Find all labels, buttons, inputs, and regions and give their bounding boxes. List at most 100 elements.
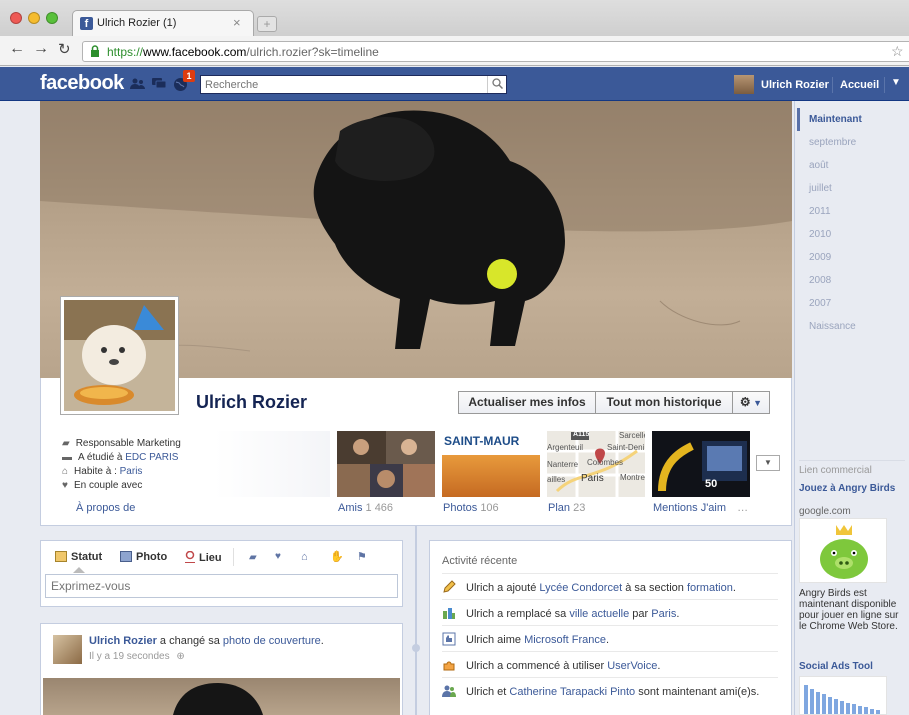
story-photo-image — [173, 683, 263, 715]
messages-icon[interactable] — [152, 78, 167, 90]
story-author-link[interactable]: Ulrich Rozier — [89, 635, 157, 647]
header-home-link[interactable]: Accueil — [840, 79, 879, 91]
header-divider-2 — [884, 77, 885, 93]
activity-item: Ulrich aime Microsoft France. — [442, 627, 778, 652]
back-arrow-icon[interactable]: ← — [9, 40, 25, 58]
zoom-window-icon[interactable] — [46, 12, 58, 24]
sections-dropdown-button[interactable]: ▼ — [756, 455, 780, 471]
section-label-friends[interactable]: Amis 1 466 — [338, 502, 393, 514]
status-input[interactable] — [45, 574, 398, 598]
likes-thumbnail[interactable]: 50 — [652, 431, 750, 497]
composer-pointer — [73, 567, 85, 573]
timeline-item-september[interactable]: septembre — [797, 131, 909, 154]
ad-1-title[interactable]: Jouez à Angry Birds — [799, 483, 907, 494]
composer-tab-photo[interactable]: Photo — [120, 551, 167, 563]
timeline-item-2010[interactable]: 2010 — [797, 223, 909, 246]
activity-link[interactable]: ville actuelle — [569, 608, 629, 620]
reload-icon[interactable]: ↻ — [58, 40, 71, 58]
story-author-avatar[interactable] — [53, 635, 82, 664]
map-label-montreuil: Montre — [620, 473, 645, 482]
url-scheme: https:// — [107, 45, 144, 59]
about-education-link[interactable]: EDC PARIS — [125, 452, 178, 463]
about-hometown-link[interactable]: Paris — [120, 466, 143, 477]
timeline-item-birth[interactable]: Naissance — [797, 315, 909, 338]
section-label-photos[interactable]: Photos 106 — [443, 502, 499, 514]
profile-picture[interactable] — [60, 296, 179, 415]
search-box[interactable] — [200, 75, 507, 94]
timeline-item-2008[interactable]: 2008 — [797, 269, 909, 292]
timeline-item-now[interactable]: Maintenant — [797, 108, 909, 131]
activity-text: . — [732, 582, 736, 594]
section-label-likes[interactable]: Mentions J'aim … — [653, 502, 773, 514]
story-object-link[interactable]: photo de couverture — [223, 635, 321, 647]
timeline-item-july[interactable]: juillet — [797, 177, 909, 200]
section-label-map[interactable]: Plan 23 — [548, 502, 585, 514]
activity-link[interactable]: Microsoft France — [524, 634, 606, 646]
minimize-window-icon[interactable] — [28, 12, 40, 24]
about-link[interactable]: À propos de — [76, 502, 135, 514]
map-label-sarcelles: Sarcelles — [619, 431, 645, 440]
activity-text: . — [606, 634, 610, 646]
search-input[interactable] — [201, 76, 486, 93]
ad-1-image[interactable] — [799, 518, 887, 583]
map-label-versailles: ailles — [547, 475, 566, 484]
about-education-text: A étudié à — [78, 452, 126, 463]
activity-link[interactable]: Lycée Condorcet — [539, 582, 622, 594]
user-avatar-small[interactable] — [734, 75, 754, 94]
friends-thumbnail[interactable] — [337, 431, 435, 497]
about-work-text: Responsable Marketing — [75, 438, 181, 449]
facebook-favicon-icon: f — [80, 17, 93, 30]
activity-link[interactable]: formation — [687, 582, 733, 594]
new-tab-button[interactable]: + — [257, 16, 277, 32]
account-menu-chevron-icon[interactable]: ▼ — [891, 77, 901, 88]
photos-thumbnail[interactable]: SAINT-MAUR — [442, 431, 540, 497]
ad-2-image[interactable] — [799, 676, 887, 715]
timeline-item-2009[interactable]: 2009 — [797, 246, 909, 269]
briefcase-icon: ▰ — [62, 438, 70, 449]
friends-label: Amis — [338, 502, 363, 514]
story-meta: Il y a 19 secondes ⊕ — [89, 651, 185, 662]
address-bar[interactable]: https://www.facebook.com/ulrich.rozier?s… — [82, 41, 909, 62]
profile-name[interactable]: Ulrich Rozier — [196, 392, 307, 413]
life-event-milestone-flag-icon[interactable]: ⚑ — [357, 550, 367, 563]
story-photo[interactable] — [43, 678, 400, 715]
story-timestamp[interactable]: Il y a 19 secondes — [89, 651, 170, 662]
header-user-name[interactable]: Ulrich Rozier — [761, 79, 829, 91]
map-thumbnail[interactable]: A115 Sarcelles Argenteuil Saint-Deni Nan… — [547, 431, 645, 497]
life-event-home-icon[interactable]: ⌂ — [301, 551, 308, 563]
timeline-item-august[interactable]: août — [797, 154, 909, 177]
browser-tab[interactable]: f Ulrich Rozier (1) × — [72, 10, 254, 36]
composer-tab-status-label: Statut — [71, 551, 103, 563]
composer-tab-place[interactable]: Lieu — [185, 550, 222, 564]
photos-thumbnail-text: SAINT-MAUR — [444, 434, 520, 448]
close-tab-icon[interactable]: × — [233, 15, 241, 30]
settings-dropdown-button[interactable]: ⚙ ▼ — [732, 391, 770, 414]
life-event-health-icon[interactable]: ✋ — [330, 550, 344, 563]
composer-tab-status[interactable]: Statut — [55, 551, 102, 563]
facebook-logo[interactable]: facebook — [40, 72, 124, 95]
house-icon: ⌂ — [62, 466, 69, 477]
friend-requests-icon[interactable] — [130, 78, 145, 90]
ad-2-title[interactable]: Social Ads Tool — [799, 661, 873, 672]
place-pin-icon — [185, 550, 195, 564]
public-globe-icon[interactable]: ⊕ — [176, 651, 184, 662]
activity-text: par — [629, 608, 652, 620]
bookmark-star-icon[interactable]: ☆ — [891, 43, 904, 60]
activity-link[interactable]: UserVoice — [607, 660, 657, 672]
composer-tab-place-label: Lieu — [199, 552, 222, 564]
activity-link[interactable]: Paris — [651, 608, 676, 620]
search-icon[interactable] — [492, 78, 504, 90]
life-event-family-icon[interactable]: ♥ — [275, 551, 281, 562]
timeline-item-2007[interactable]: 2007 — [797, 292, 909, 315]
about-work: ▰ Responsable Marketing — [62, 437, 181, 451]
activity-link[interactable]: Catherine Tarapacki Pinto — [509, 686, 635, 698]
forward-arrow-icon[interactable]: → — [33, 40, 49, 58]
ad-1-domain[interactable]: google.com — [799, 506, 851, 517]
life-event-work-icon[interactable]: ▰ — [249, 552, 257, 563]
activity-text: à sa section — [622, 582, 687, 594]
update-info-button[interactable]: Actualiser mes infos — [458, 391, 596, 414]
close-window-icon[interactable] — [10, 12, 22, 24]
like-page-icon — [442, 630, 456, 646]
activity-log-button[interactable]: Tout mon historique — [595, 391, 733, 414]
timeline-item-2011[interactable]: 2011 — [797, 200, 909, 223]
